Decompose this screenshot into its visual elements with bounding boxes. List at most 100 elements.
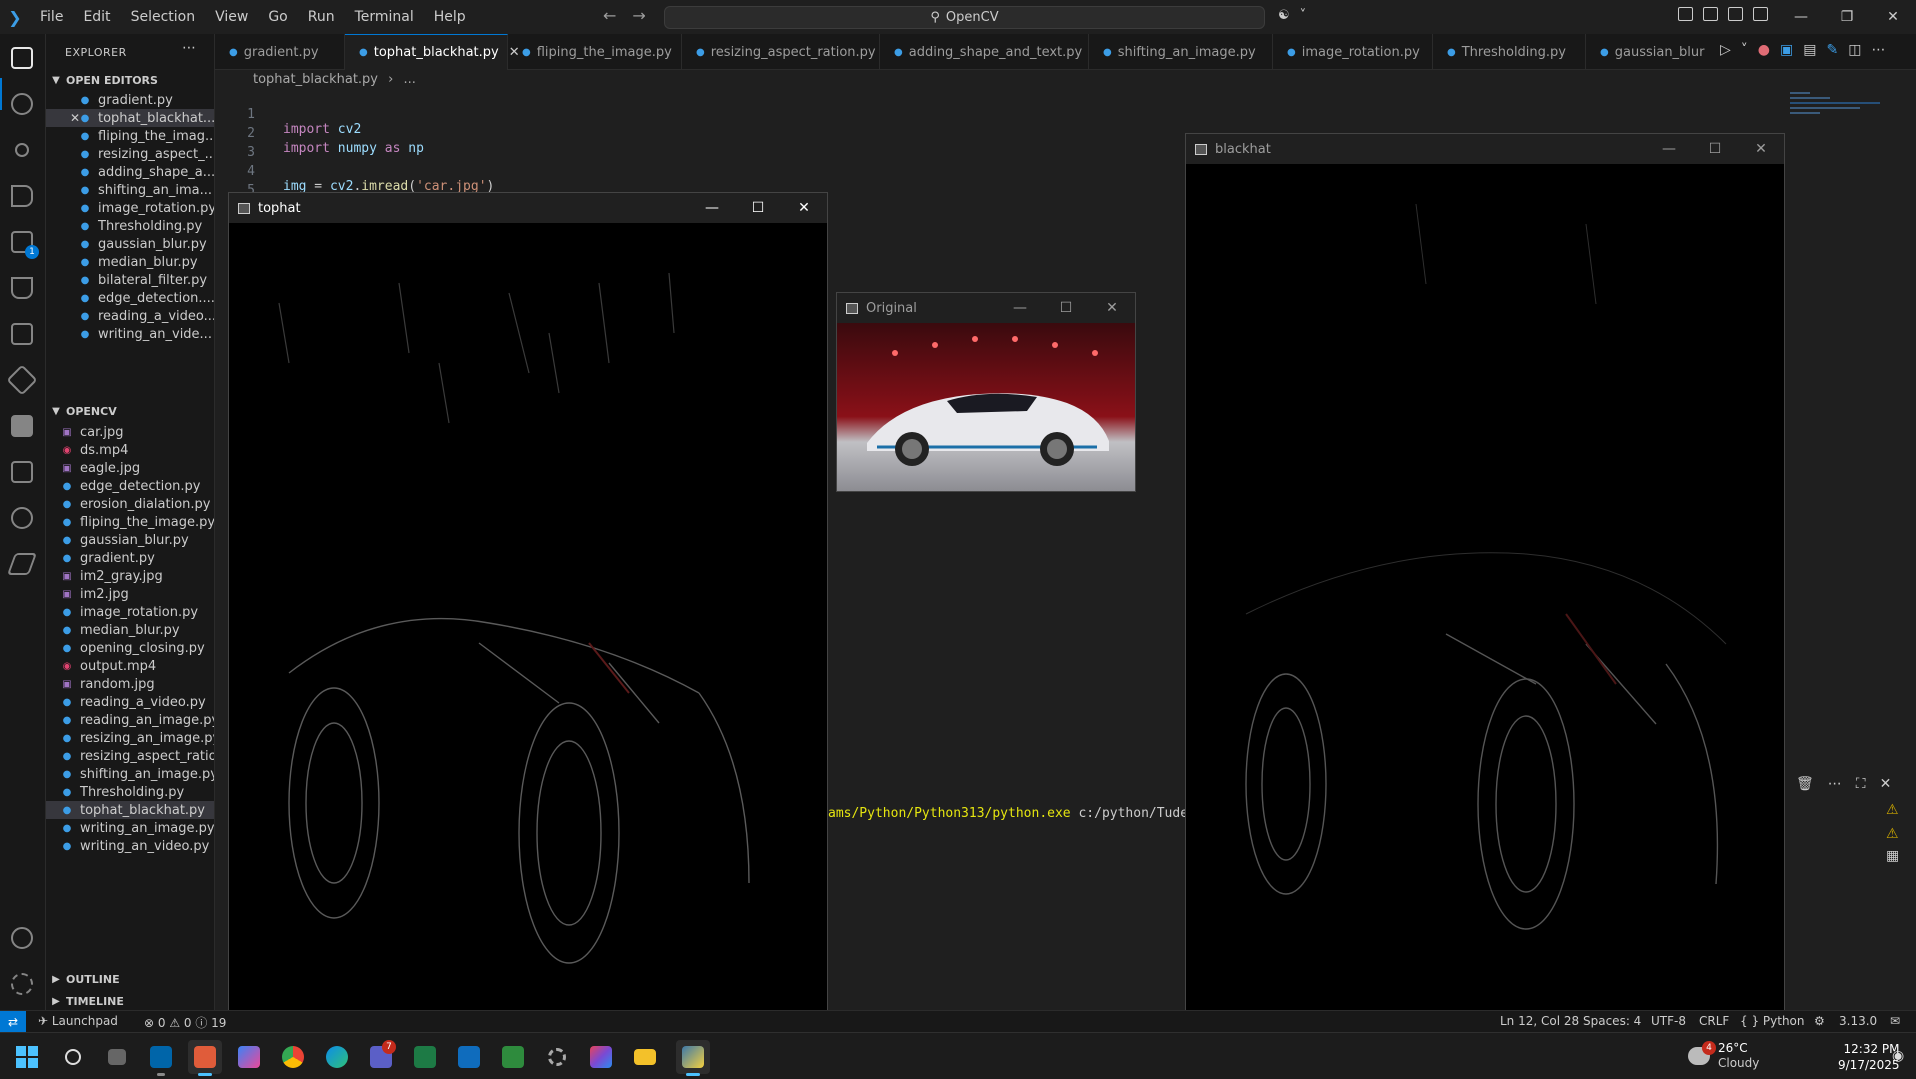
minimize-icon[interactable]: — bbox=[689, 193, 735, 223]
folder-file-item[interactable]: ● edge_detection.py bbox=[46, 477, 214, 495]
search-icon[interactable] bbox=[8, 90, 36, 118]
warning-icon[interactable]: ⚠ bbox=[1886, 826, 1899, 842]
folder-file-item[interactable]: ● erosion_dialation.py bbox=[46, 495, 214, 513]
menu-selection[interactable]: Selection bbox=[121, 0, 206, 34]
remote-explorer-icon[interactable] bbox=[6, 364, 38, 396]
open-editors-header[interactable]: ▼ OPEN EDITORS bbox=[46, 69, 214, 91]
python-env-icon[interactable]: ⚙ bbox=[1814, 1014, 1825, 1028]
folder-file-item[interactable]: ● writing_an_image.py bbox=[46, 819, 214, 837]
close-icon[interactable]: ✕ bbox=[1089, 293, 1135, 323]
notebook-icon[interactable] bbox=[8, 458, 36, 486]
breadcrumb-symbol[interactable]: ... bbox=[403, 72, 415, 87]
outline-header[interactable]: ▶ OUTLINE bbox=[46, 968, 214, 990]
open-editor-item[interactable]: ● writing_an_vide... bbox=[46, 325, 214, 343]
open-editor-item[interactable]: ● shifting_an_ima... bbox=[46, 181, 214, 199]
system-clock[interactable]: 12:32 PM 9/17/2025 bbox=[1838, 1041, 1900, 1073]
tab-thresholding[interactable]: ● Thresholding.py bbox=[1433, 34, 1586, 70]
folder-file-item[interactable]: ● fliping_the_image.py bbox=[46, 513, 214, 531]
python-opencv-taskbar-icon[interactable] bbox=[188, 1040, 222, 1076]
folder-file-item[interactable]: ● gradient.py bbox=[46, 549, 214, 567]
vscode-taskbar-icon[interactable] bbox=[144, 1040, 178, 1076]
folder-file-item[interactable]: ● image_rotation.py bbox=[46, 603, 214, 621]
remote-icon[interactable]: ⇄ bbox=[0, 1011, 26, 1033]
forward-arrow-icon[interactable]: → bbox=[632, 6, 645, 25]
python-version[interactable]: 3.13.0 bbox=[1839, 1014, 1877, 1028]
menu-terminal[interactable]: Terminal bbox=[345, 0, 424, 34]
file-explorer-taskbar-icon[interactable] bbox=[628, 1040, 662, 1074]
trash-icon[interactable]: 🗑 bbox=[1796, 776, 1814, 792]
open-editor-item[interactable]: ● edge_detection.... bbox=[46, 289, 214, 307]
run-debug-icon[interactable] bbox=[8, 182, 36, 210]
restore-button[interactable]: ❐ bbox=[1824, 0, 1870, 34]
python-window-taskbar-icon[interactable] bbox=[676, 1040, 710, 1076]
problems-status[interactable]: ⊗ 0 ⚠ 0 ⓘ 19 bbox=[144, 1014, 226, 1031]
maximize-panel-icon[interactable]: ⛶ bbox=[1856, 776, 1866, 792]
more-actions-icon[interactable]: ⋯ bbox=[182, 40, 196, 56]
tab-tophat-blackhat[interactable]: ● tophat_blackhat.py ✕ bbox=[345, 34, 520, 70]
minimize-button[interactable]: — bbox=[1778, 0, 1824, 34]
folder-file-item[interactable]: ● tophat_blackhat.py bbox=[46, 801, 214, 819]
encoding[interactable]: UTF-8 bbox=[1651, 1014, 1686, 1028]
open-editor-item[interactable]: ● bilateral_filter.py bbox=[46, 271, 214, 289]
maximize-icon[interactable]: ☐ bbox=[735, 193, 781, 223]
open-editor-item[interactable]: ● adding_shape_a... bbox=[46, 163, 214, 181]
menu-help[interactable]: Help bbox=[424, 0, 476, 34]
pen-icon[interactable]: ✎ bbox=[1826, 42, 1838, 58]
extensions-icon[interactable]: 1 bbox=[8, 228, 39, 259]
menu-view[interactable]: View bbox=[205, 0, 258, 34]
command-center-search[interactable]: ⚲ OpenCV bbox=[664, 6, 1265, 29]
run-python-icon[interactable]: ▷ bbox=[1720, 42, 1731, 58]
back-arrow-icon[interactable]: ← bbox=[603, 6, 616, 25]
minimap[interactable] bbox=[1790, 92, 1900, 142]
open-editor-item[interactable]: ● resizing_aspect_... bbox=[46, 145, 214, 163]
more-actions-icon[interactable]: ⋯ bbox=[1871, 42, 1885, 58]
close-panel-icon[interactable]: ✕ bbox=[1880, 776, 1892, 792]
open-editor-item[interactable]: ● reading_a_video.... bbox=[46, 307, 214, 325]
excel-taskbar-icon[interactable] bbox=[408, 1040, 442, 1074]
window-title-bar[interactable]: Original — ☐ ✕ bbox=[837, 293, 1135, 323]
maximize-icon[interactable]: ☐ bbox=[1043, 293, 1089, 323]
menu-go[interactable]: Go bbox=[258, 0, 297, 34]
minimize-icon[interactable]: — bbox=[1646, 134, 1692, 164]
teams-taskbar-icon[interactable]: 7 bbox=[364, 1040, 398, 1074]
account-icon[interactable] bbox=[8, 924, 36, 952]
close-icon[interactable]: ✕ bbox=[1738, 134, 1784, 164]
folder-file-item[interactable]: ▣ im2_gray.jpg bbox=[46, 567, 214, 585]
tab-fliping-the-image[interactable]: ● fliping_the_image.py bbox=[508, 34, 682, 70]
tab-shifting-an-image[interactable]: ● shifting_an_image.py bbox=[1089, 34, 1273, 70]
notifications-bell-icon[interactable]: ✉ bbox=[1890, 1014, 1900, 1028]
explorer-icon[interactable] bbox=[8, 44, 36, 72]
open-editor-item[interactable]: ● fliping_the_imag... bbox=[46, 127, 214, 145]
warning-icon[interactable]: ⚠ bbox=[1886, 802, 1899, 818]
folder-file-item[interactable]: ● Thresholding.py bbox=[46, 783, 214, 801]
outlook-taskbar-icon[interactable] bbox=[452, 1040, 486, 1074]
weather-widget[interactable]: 4 26°C Cloudy bbox=[1688, 1041, 1759, 1071]
window-title-bar[interactable]: blackhat — ☐ ✕ bbox=[1186, 134, 1784, 164]
package-icon[interactable] bbox=[8, 412, 36, 440]
terminal-output[interactable]: ams/Python/Python313/python.exe c:/pytho… bbox=[828, 806, 1227, 821]
folder-file-item[interactable]: ● reading_a_video.py bbox=[46, 693, 214, 711]
window-title-bar[interactable]: tophat — ☐ ✕ bbox=[229, 193, 827, 223]
open-changes-icon[interactable]: ▤ bbox=[1803, 42, 1816, 58]
opencv-folder-header[interactable]: ▼ OPENCV bbox=[46, 400, 214, 422]
original-window[interactable]: Original — ☐ ✕ bbox=[836, 292, 1136, 492]
folder-file-item[interactable]: ● resizing_aspect_ration... bbox=[46, 747, 214, 765]
task-view-icon[interactable] bbox=[100, 1040, 134, 1074]
tab-adding-shape-and-text[interactable]: ● adding_shape_and_text.py bbox=[880, 34, 1089, 70]
folder-file-item[interactable]: ● shifting_an_image.py bbox=[46, 765, 214, 783]
terminal-icon[interactable]: ▦ bbox=[1886, 848, 1899, 864]
folder-file-item[interactable]: ▣ random.jpg bbox=[46, 675, 214, 693]
toggle-panel-icon[interactable] bbox=[1728, 7, 1743, 21]
indentation[interactable]: Spaces: 4 bbox=[1583, 1014, 1641, 1028]
source-control-icon[interactable] bbox=[8, 136, 36, 164]
copilot-icon[interactable]: ● bbox=[1758, 42, 1770, 58]
settings-taskbar-icon[interactable] bbox=[540, 1040, 574, 1074]
m365-taskbar-icon[interactable] bbox=[584, 1040, 618, 1074]
folder-file-item[interactable]: ● reading_an_image.py bbox=[46, 711, 214, 729]
folder-file-item[interactable]: ● resizing_an_image.py bbox=[46, 729, 214, 747]
tab-resizing-aspect-ration[interactable]: ● resizing_aspect_ration.py bbox=[682, 34, 880, 70]
open-editor-item[interactable]: ● gaussian_blur.py bbox=[46, 235, 214, 253]
menu-edit[interactable]: Edit bbox=[73, 0, 120, 34]
tophat-window[interactable]: tophat — ☐ ✕ bbox=[228, 192, 828, 1035]
toggle-sidebar-icon[interactable] bbox=[1703, 7, 1718, 21]
